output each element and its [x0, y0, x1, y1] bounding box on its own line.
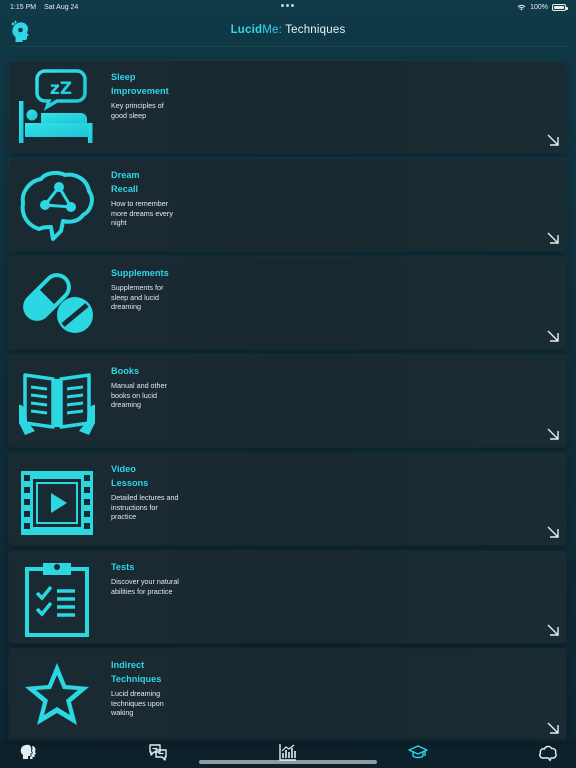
chart-icon[interactable] — [278, 742, 298, 762]
battery-icon — [552, 3, 568, 11]
technique-title: Supplements — [111, 268, 169, 278]
arrow-down-right-icon — [547, 722, 559, 734]
page-title: LucidMe: Techniques — [0, 24, 576, 36]
technique-title: Books — [111, 366, 140, 376]
technique-description: Discover your natural abilities for prac… — [111, 577, 179, 596]
brand-lucid: Lucid — [230, 24, 263, 36]
multitasking-dots-icon[interactable] — [281, 4, 294, 7]
arrow-down-right-icon — [547, 428, 559, 440]
section-title: Techniques — [285, 24, 346, 36]
chat-bubbles-icon[interactable] — [148, 742, 168, 762]
header: LucidMe: Techniques — [0, 16, 576, 46]
technique-card-indirect-techniques[interactable]: Indirect Techniques Lucid dreaming techn… — [9, 649, 566, 741]
wifi-icon — [517, 4, 526, 10]
technique-description: Supplements for sleep and lucid dreaming — [111, 283, 164, 312]
graduation-cap-icon[interactable] — [408, 742, 428, 762]
technique-title: Indirect Techniques — [111, 660, 162, 684]
arrow-down-right-icon — [547, 526, 559, 538]
arrow-down-right-icon — [547, 134, 559, 146]
status-time: 1:15 PM — [10, 3, 37, 11]
home-indicator[interactable] — [199, 760, 377, 764]
star-icon — [25, 663, 89, 725]
technique-card-supplements[interactable]: Supplements Supplements for sleep and lu… — [9, 257, 566, 349]
technique-title: Video Lessons — [111, 464, 149, 488]
arrow-down-right-icon — [547, 330, 559, 342]
brand-me: Me: — [262, 24, 283, 36]
technique-description: Detailed lectures and instructions for p… — [111, 493, 179, 522]
technique-description: Lucid dreaming techniques upon waking — [111, 689, 164, 718]
status-bar: 1:15 PM Sat Aug 24 100% — [0, 0, 576, 14]
brain-network-icon — [20, 170, 94, 241]
header-divider — [9, 46, 567, 47]
heads-icon[interactable] — [18, 742, 38, 762]
svg-text:zZ: zZ — [50, 79, 72, 99]
technique-card-video-lessons[interactable]: Video Lessons Detailed lectures and inst… — [9, 453, 566, 545]
technique-title: Dream Recall — [111, 170, 140, 194]
battery-percent: 100% — [530, 3, 548, 11]
technique-description: Manual and other books on lucid dreaming — [111, 381, 167, 410]
technique-card-dream-recall[interactable]: Dream Recall How to remember more dreams… — [9, 159, 566, 251]
clipboard-checklist-icon — [25, 563, 89, 637]
technique-card-tests[interactable]: Tests Discover your natural abilities fo… — [9, 551, 566, 643]
pills-icon — [23, 273, 93, 333]
technique-title: Sleep Improvement — [111, 72, 169, 96]
technique-card-sleep-improvement[interactable]: zZ Sleep Improvement Key principles of g… — [9, 61, 566, 153]
technique-description: Key principles of good sleep — [111, 101, 164, 120]
sleep-bed-icon: zZ — [19, 69, 93, 143]
technique-card-books[interactable]: Books Manual and other books on lucid dr… — [9, 355, 566, 447]
video-film-icon — [21, 471, 93, 535]
technique-description: How to remember more dreams every night — [111, 199, 173, 228]
cloud-icon[interactable] — [538, 742, 558, 762]
technique-title: Tests — [111, 562, 135, 572]
arrow-down-right-icon — [547, 232, 559, 244]
status-date: Sat Aug 24 — [44, 3, 79, 11]
arrow-down-right-icon — [547, 624, 559, 636]
open-book-icon — [19, 373, 95, 435]
